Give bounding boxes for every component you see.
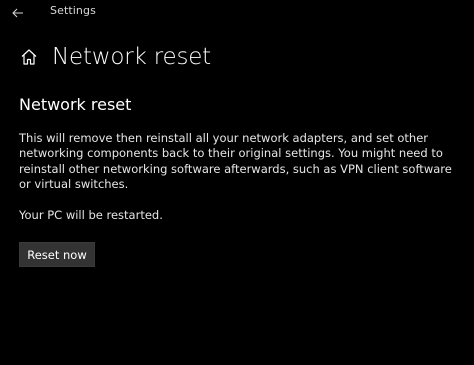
title-bar: Settings [0,0,474,24]
reset-description: This will remove then reinstall all your… [19,131,452,191]
restart-note: Your PC will be restarted. [19,208,163,222]
page-header: Network reset [18,42,211,72]
reset-now-button[interactable]: Reset now [19,242,95,267]
home-icon[interactable] [18,46,40,68]
back-arrow-icon [12,3,24,22]
section-heading: Network reset [19,95,132,114]
back-button[interactable] [6,2,30,22]
window-title: Settings [50,4,96,17]
page-title: Network reset [52,44,211,70]
